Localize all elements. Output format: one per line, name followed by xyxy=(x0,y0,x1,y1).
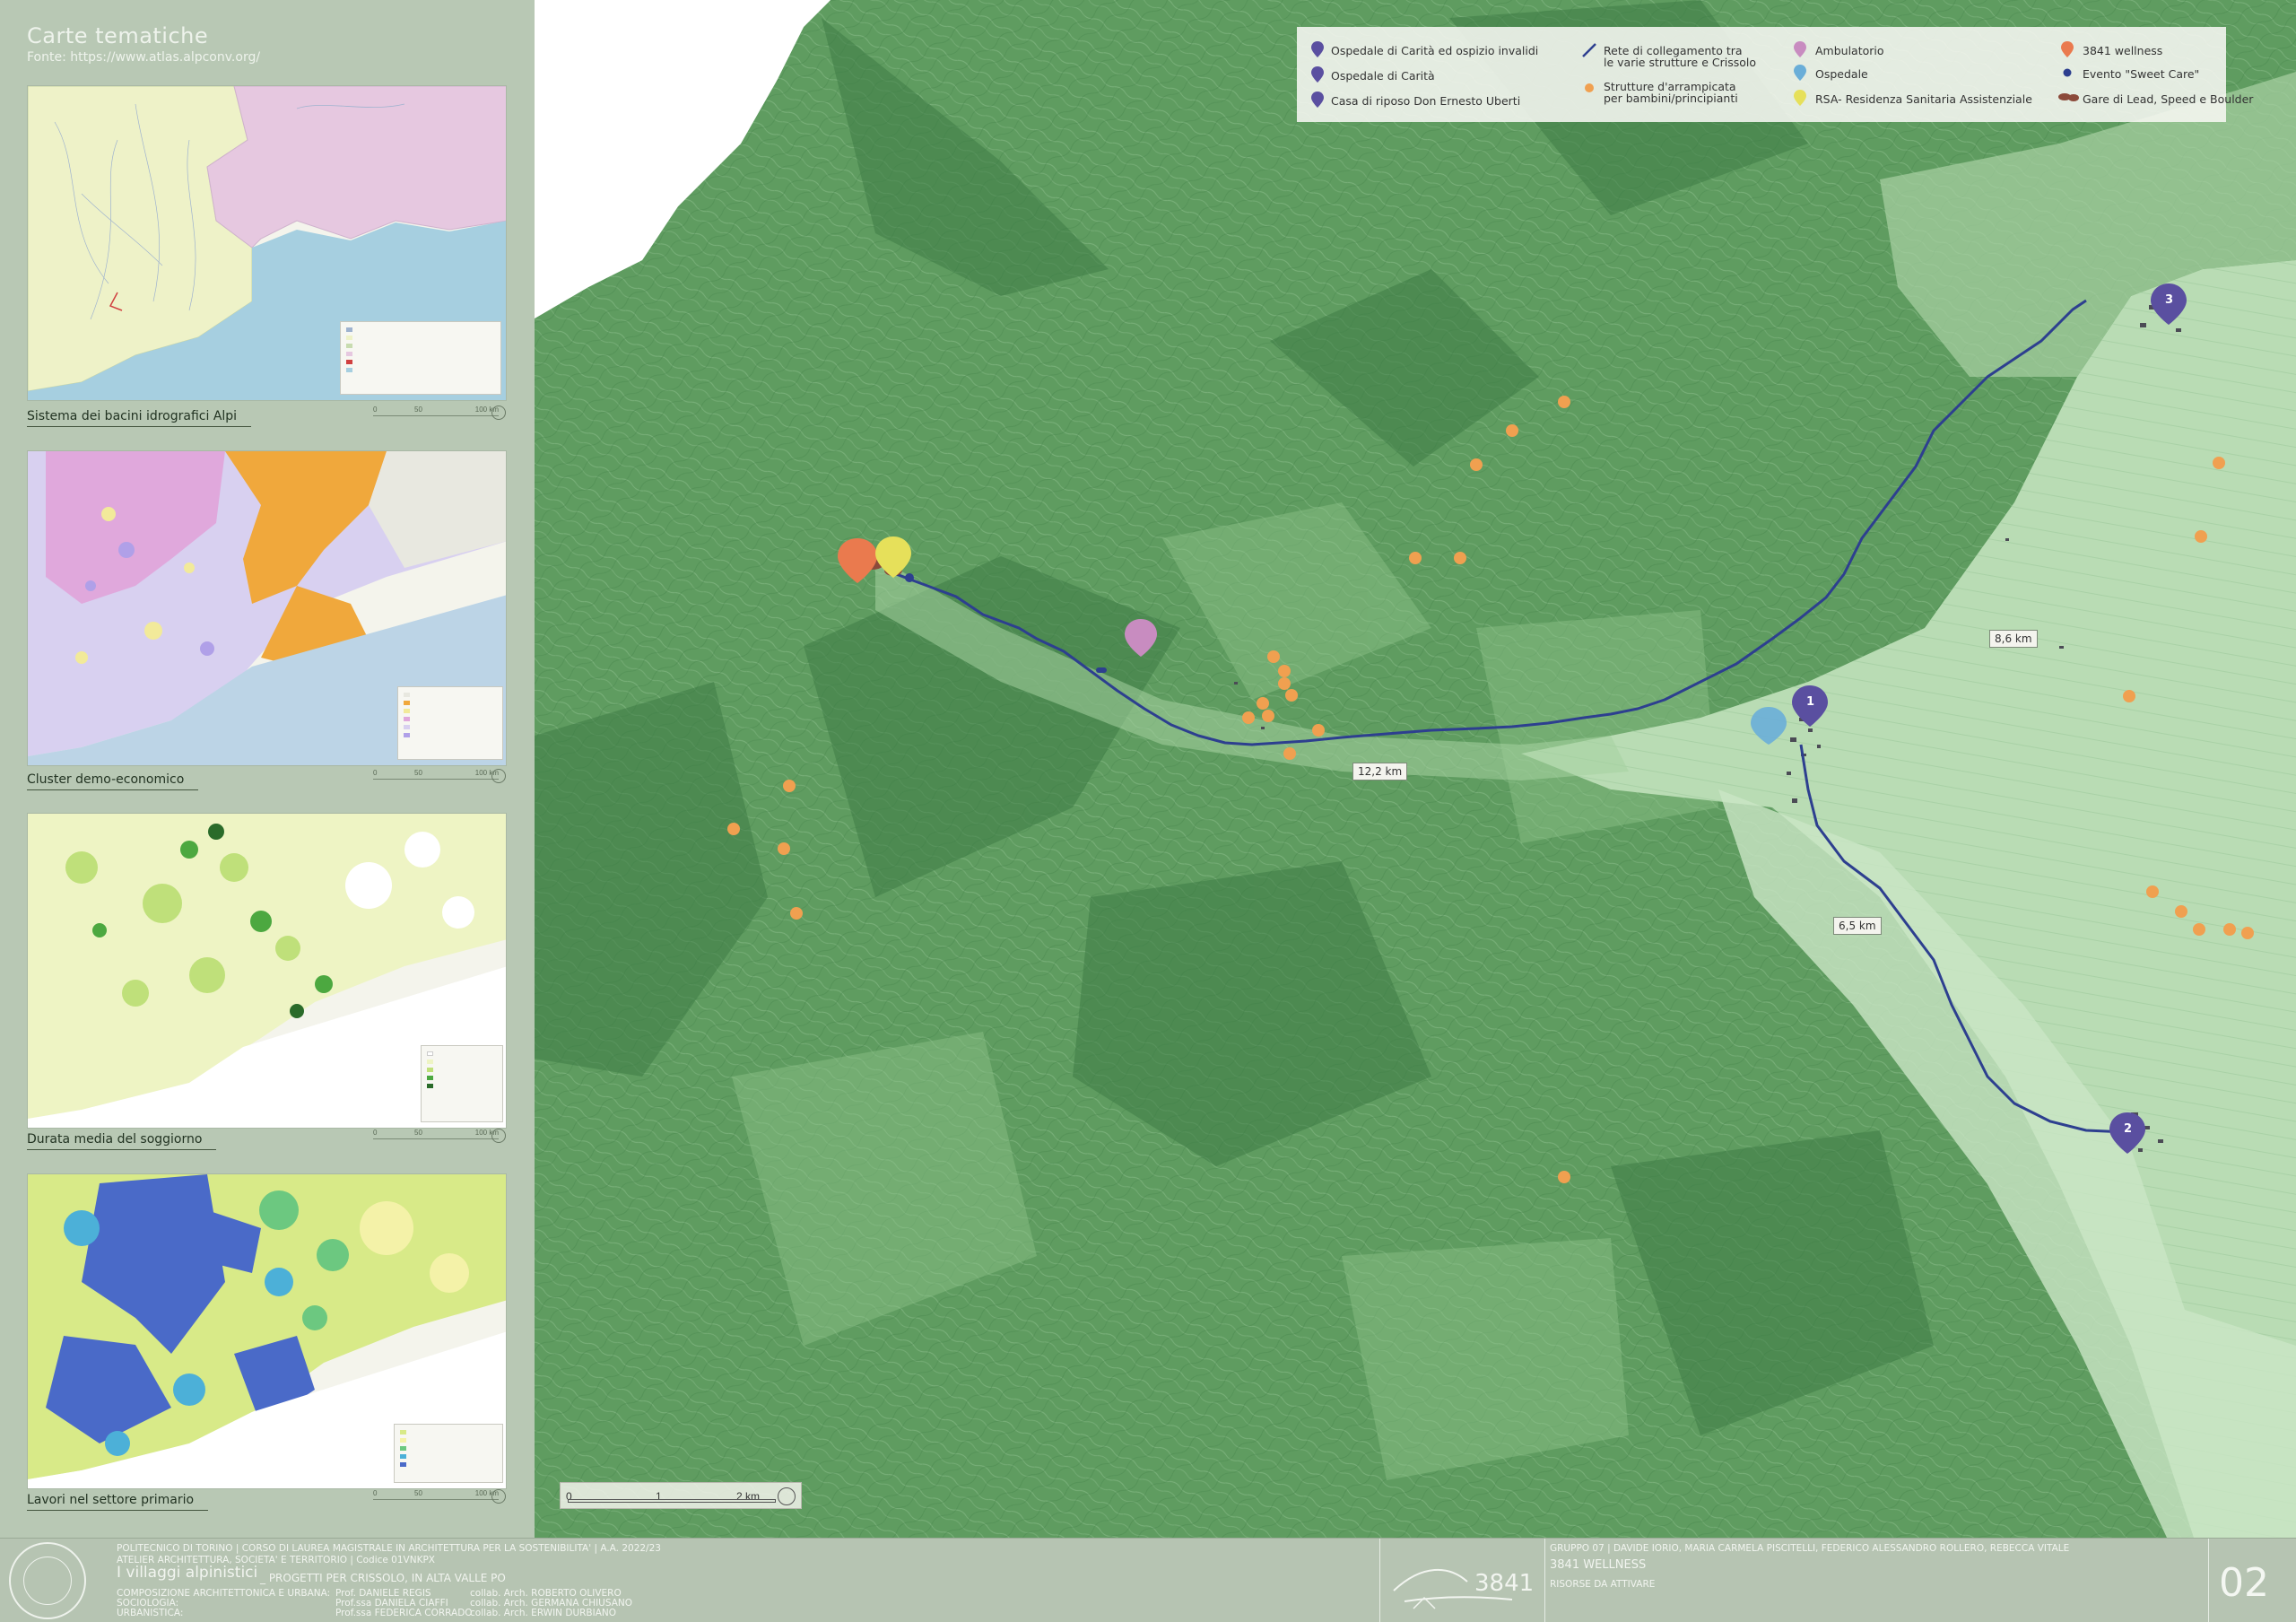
distance-label: 6,5 km xyxy=(1833,917,1882,935)
sidebar-title: Carte tematiche xyxy=(27,23,209,48)
thumb-scale-bar: 0 50 100 km xyxy=(373,1489,499,1500)
thumb-legend xyxy=(340,321,501,395)
legend-label: RSA- Residenza Sanitaria Assistenziale xyxy=(1815,92,2032,106)
title-block-footer: POLITECNICO DI TORINO | CORSO DI LAUREA … xyxy=(0,1538,2296,1622)
project-logo-icon: 3841 xyxy=(1393,1568,1534,1609)
thumbnail-caption-2: Cluster demo-economico xyxy=(27,772,199,790)
pin-violet-2-icon xyxy=(1311,66,1324,83)
thumbnail-map-watersheds xyxy=(27,85,507,401)
north-arrow-icon xyxy=(491,1129,506,1143)
north-arrow-icon xyxy=(491,769,506,783)
thumb-scale-bar: 0 50 100 km xyxy=(373,769,499,780)
university-seal-icon xyxy=(9,1542,86,1619)
thumb-legend xyxy=(394,1424,503,1483)
footer-prof: Prof.ssa FEDERICA CORRADO xyxy=(335,1608,473,1618)
legend-label: Casa di riposo Don Ernesto Uberti xyxy=(1331,94,1521,108)
footer-title: I villaggi alpinistici xyxy=(117,1564,258,1582)
footer-project-subtitle: RISORSE DA ATTIVARE xyxy=(1550,1579,1656,1590)
thumbnail-caption-4: Lavori nel settore primario xyxy=(27,1493,209,1511)
legend-label: Rete di collegamento tra le varie strutt… xyxy=(1604,44,1756,69)
distance-label: 12,2 km xyxy=(1352,763,1408,780)
legend-label: Ospedale di Carità xyxy=(1331,69,1435,83)
footer-collab: collab. Arch. ERWIN DURBIANO xyxy=(470,1608,617,1618)
pin-violet-1-icon xyxy=(1311,41,1324,57)
footer-subtitle: _ PROGETTI PER CRISSOLO, IN ALTA VALLE P… xyxy=(260,1572,506,1584)
orange-dot-icon xyxy=(1585,83,1594,92)
thumb-scale-bar: 0 50 100 km xyxy=(373,1129,499,1139)
pin-label: 1 xyxy=(1806,695,1815,709)
thumb-scale-bar: 0 50 100 km xyxy=(373,406,499,416)
legend-label: Ambulatorio xyxy=(1815,44,1884,57)
footer-group: GRUPPO 07 | DAVIDE IORIO, MARIA CARMELA … xyxy=(1550,1543,2070,1554)
pin-label: 3 xyxy=(2165,293,2174,307)
thematic-maps-panel: Carte tematiche Fonte: https://www.atlas… xyxy=(0,0,535,1538)
sidebar-source: Fonte: https://www.atlas.alpconv.org/ xyxy=(27,50,261,65)
north-arrow-icon xyxy=(778,1487,796,1505)
main-terrain-map[interactable]: 1 2 3 12,2 km 8,6 km 6,5 km xyxy=(535,0,2296,1538)
route-line-icon xyxy=(1582,43,1596,57)
blue-dot-icon xyxy=(2063,68,2072,77)
footer-project: 3841 WELLNESS xyxy=(1550,1558,1647,1572)
svg-text:3841: 3841 xyxy=(1474,1570,1534,1597)
map-scale-bar: 0 1 2 km xyxy=(560,1482,802,1509)
thumbnail-map-demo-economic xyxy=(27,450,507,766)
thumbnail-map-stay-duration xyxy=(27,813,507,1129)
thumbnail-caption-1: Sistema dei bacini idrografici Alpi xyxy=(27,409,252,427)
legend-label: 3841 wellness xyxy=(2083,44,2163,57)
thumb-legend xyxy=(421,1045,503,1122)
north-arrow-icon xyxy=(491,1489,506,1504)
pin-pink-icon xyxy=(1794,41,1806,57)
footer-line-1: POLITECNICO DI TORINO | CORSO DI LAUREA … xyxy=(117,1543,661,1554)
page-number: 02 xyxy=(2219,1560,2269,1606)
thumb-legend xyxy=(397,686,503,760)
brown-shape-icon xyxy=(2058,93,2079,101)
pin-label: 2 xyxy=(2124,1122,2133,1136)
pin-orange-icon xyxy=(2061,41,2074,57)
map-legend: Ospedale di Carità ed ospizio invalidi O… xyxy=(1297,27,2253,122)
north-arrow-icon xyxy=(491,406,506,420)
pin-yellow-icon xyxy=(1794,90,1806,106)
distance-label: 8,6 km xyxy=(1989,630,2038,648)
legend-label: Strutture d'arrampicata per bambini/prin… xyxy=(1604,80,1738,105)
legend-label: Gare di Lead, Speed e Boulder xyxy=(2083,92,2254,106)
thumbnail-caption-3: Durata media del soggiorno xyxy=(27,1132,217,1150)
pin-lightblue-icon xyxy=(1794,65,1806,81)
legend-label: Ospedale di Carità ed ospizio invalidi xyxy=(1331,44,1539,57)
legend-label: Evento "Sweet Care" xyxy=(2083,67,2200,81)
thumbnail-map-primary-sector xyxy=(27,1173,507,1489)
pin-violet-3-icon xyxy=(1311,92,1324,108)
legend-label: Ospedale xyxy=(1815,67,1868,81)
footer-course: URBANISTICA: xyxy=(117,1608,184,1618)
terrain-svg xyxy=(535,0,2296,1538)
